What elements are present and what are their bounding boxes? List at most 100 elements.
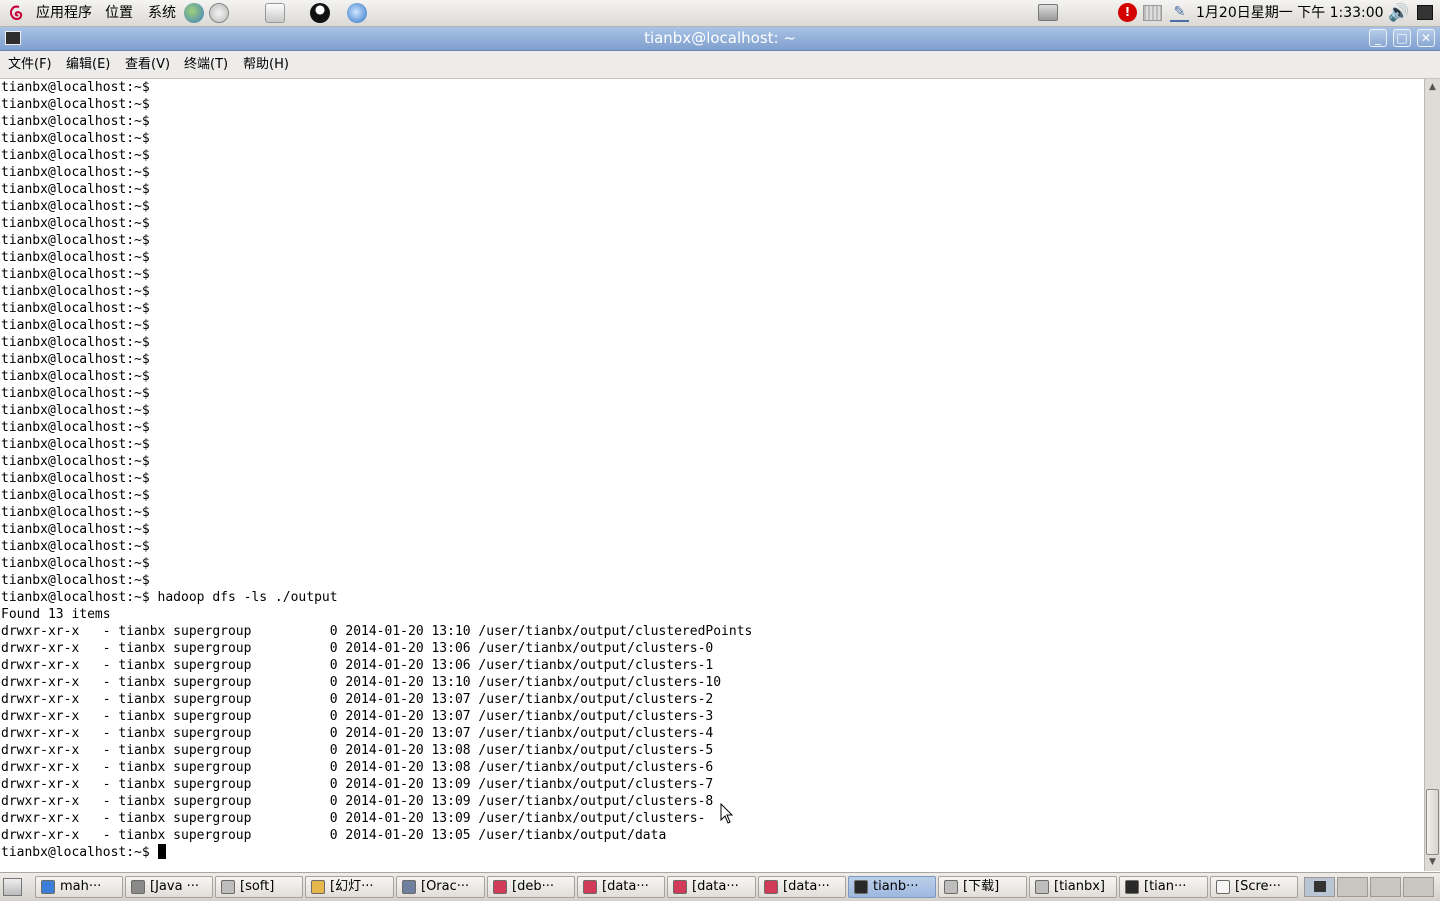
minimize-button[interactable]: _ xyxy=(1369,29,1387,47)
mail-icon[interactable] xyxy=(209,3,229,23)
prompt-line: tianbx@localhost:~$ xyxy=(1,97,150,112)
system-menu[interactable]: 系统 xyxy=(148,0,176,26)
mouse-pointer-icon xyxy=(720,803,734,824)
listing-row: drwxr-xr-x - tianbx supergroup 0 2014-01… xyxy=(1,811,706,826)
listing-row: drwxr-xr-x - tianbx supergroup 0 2014-01… xyxy=(1,743,714,758)
taskbar-button-label: [deb··· xyxy=(512,879,554,894)
clock[interactable]: 1月20日星期一 下午 1:33:00 xyxy=(1196,0,1384,26)
scroll-up-arrow-icon[interactable]: ▲ xyxy=(1426,80,1439,94)
taskbar-button[interactable]: [幻灯··· xyxy=(305,876,394,898)
debian-icon xyxy=(493,880,507,894)
taskbar-button-label: [soft] xyxy=(240,879,275,894)
taskbar-button-label: [data··· xyxy=(783,879,830,894)
pen-icon[interactable]: ✎ xyxy=(1170,4,1189,22)
gear-icon xyxy=(131,880,145,894)
listing-row: drwxr-xr-x - tianbx supergroup 0 2014-01… xyxy=(1,709,714,724)
terminal-icon xyxy=(1125,880,1139,894)
maximize-button[interactable]: □ xyxy=(1393,29,1411,47)
prompt-line: tianbx@localhost:~$ xyxy=(1,182,150,197)
network-globe-icon[interactable] xyxy=(184,3,204,23)
vertical-scrollbar[interactable]: ▲ ▼ xyxy=(1424,79,1440,871)
taskbar-button-label: [Java ··· xyxy=(150,879,200,894)
taskbar-button[interactable]: [Java ··· xyxy=(125,876,213,898)
qq-penguin-icon[interactable] xyxy=(310,3,330,23)
taskbar-button[interactable]: [Orac··· xyxy=(396,876,485,898)
terminal-area[interactable]: tianbx@localhost:~$ tianbx@localhost:~$ … xyxy=(0,79,1424,871)
prompt-line: tianbx@localhost:~$ xyxy=(1,488,150,503)
notes-icon[interactable] xyxy=(265,3,285,23)
taskbar-button-label: [幻灯··· xyxy=(330,879,374,894)
workspace-1[interactable] xyxy=(1304,877,1335,897)
places-menu[interactable]: 位置 xyxy=(105,0,133,26)
scroll-down-arrow-icon[interactable]: ▼ xyxy=(1426,855,1439,869)
window-title: tianbx@localhost: ~ xyxy=(644,29,796,47)
slides-icon xyxy=(311,880,325,894)
browser-icon[interactable] xyxy=(347,3,367,23)
found-items-line: Found 13 items xyxy=(1,607,111,622)
taskbar-button[interactable]: [soft] xyxy=(215,876,303,898)
listing-row: drwxr-xr-x - tianbx supergroup 0 2014-01… xyxy=(1,777,714,792)
folder-icon[interactable] xyxy=(1038,4,1058,21)
folder-icon xyxy=(221,880,235,894)
workspace-window-icon xyxy=(1314,881,1326,892)
vbox-icon xyxy=(402,880,416,894)
taskbar-button[interactable]: mah··· xyxy=(35,876,123,898)
taskbar-button-label: [Orac··· xyxy=(421,879,470,894)
taskbar-button[interactable]: [tian··· xyxy=(1119,876,1208,898)
taskbar-button[interactable]: tianb··· xyxy=(848,876,936,898)
prompt-line: tianbx@localhost:~$ xyxy=(1,386,150,401)
listing-row: drwxr-xr-x - tianbx supergroup 0 2014-01… xyxy=(1,828,667,843)
taskbar-button[interactable]: [下载] xyxy=(938,876,1027,898)
taskbar-button[interactable]: [deb··· xyxy=(487,876,575,898)
taskbar-button-label: [tian··· xyxy=(1144,879,1187,894)
menu-bar: 文件(F) 编辑(E) 查看(V) 终端(T) 帮助(H) xyxy=(0,51,1440,79)
prompt-line: tianbx@localhost:~$ xyxy=(1,403,150,418)
show-desktop-icon[interactable] xyxy=(3,878,22,896)
keyboard-icon[interactable] xyxy=(1143,5,1162,21)
taskbar-button[interactable]: [tianbx] xyxy=(1029,876,1117,898)
listing-row: drwxr-xr-x - tianbx supergroup 0 2014-01… xyxy=(1,658,714,673)
active-prompt-line: tianbx@localhost:~$ xyxy=(1,845,158,860)
listing-row: drwxr-xr-x - tianbx supergroup 0 2014-01… xyxy=(1,726,714,741)
prompt-line: tianbx@localhost:~$ xyxy=(1,335,150,350)
workspace-3[interactable] xyxy=(1370,877,1401,897)
terminal-icon xyxy=(854,880,868,894)
browser-icon xyxy=(41,880,55,894)
menu-help[interactable]: 帮助(H) xyxy=(243,51,289,78)
menu-file[interactable]: 文件(F) xyxy=(8,51,52,78)
scrollbar-thumb[interactable] xyxy=(1426,789,1439,855)
text-cursor xyxy=(157,844,166,859)
listing-row: drwxr-xr-x - tianbx supergroup 0 2014-01… xyxy=(1,794,714,809)
taskbar-button-label: [data··· xyxy=(692,879,739,894)
taskbar-button[interactable]: [data··· xyxy=(577,876,665,898)
terminal-tray-icon[interactable] xyxy=(1417,5,1433,20)
applications-menu[interactable]: 应用程序 xyxy=(36,0,92,26)
folder-icon xyxy=(944,880,958,894)
prompt-line: tianbx@localhost:~$ xyxy=(1,573,150,588)
taskbar-button-label: mah··· xyxy=(60,879,102,894)
taskbar-button[interactable]: [Scre··· xyxy=(1210,876,1298,898)
update-alert-icon[interactable]: ! xyxy=(1118,3,1137,22)
prompt-line: tianbx@localhost:~$ xyxy=(1,216,150,231)
workspace-2[interactable] xyxy=(1337,877,1368,897)
debian-icon xyxy=(764,880,778,894)
listing-row: drwxr-xr-x - tianbx supergroup 0 2014-01… xyxy=(1,692,714,707)
prompt-line: tianbx@localhost:~$ xyxy=(1,369,150,384)
listing-row: drwxr-xr-x - tianbx supergroup 0 2014-01… xyxy=(1,641,714,656)
menu-edit[interactable]: 编辑(E) xyxy=(66,51,110,78)
prompt-line: tianbx@localhost:~$ xyxy=(1,556,150,571)
menu-view[interactable]: 查看(V) xyxy=(125,51,170,78)
prompt-line: tianbx@localhost:~$ xyxy=(1,233,150,248)
prompt-line: tianbx@localhost:~$ xyxy=(1,539,150,554)
close-button[interactable]: ✕ xyxy=(1417,29,1435,47)
workspace-4[interactable] xyxy=(1403,877,1434,897)
prompt-line: tianbx@localhost:~$ xyxy=(1,352,150,367)
window-titlebar[interactable]: tianbx@localhost: ~ _ □ ✕ xyxy=(0,27,1440,51)
menu-terminal[interactable]: 终端(T) xyxy=(184,51,228,78)
taskbar-button[interactable]: [data··· xyxy=(758,876,846,898)
debian-logo-icon[interactable] xyxy=(8,4,26,22)
volume-icon[interactable]: 🔊 xyxy=(1388,2,1409,24)
prompt-line: tianbx@localhost:~$ xyxy=(1,522,150,537)
taskbar-button[interactable]: [data··· xyxy=(667,876,756,898)
prompt-line: tianbx@localhost:~$ xyxy=(1,131,150,146)
